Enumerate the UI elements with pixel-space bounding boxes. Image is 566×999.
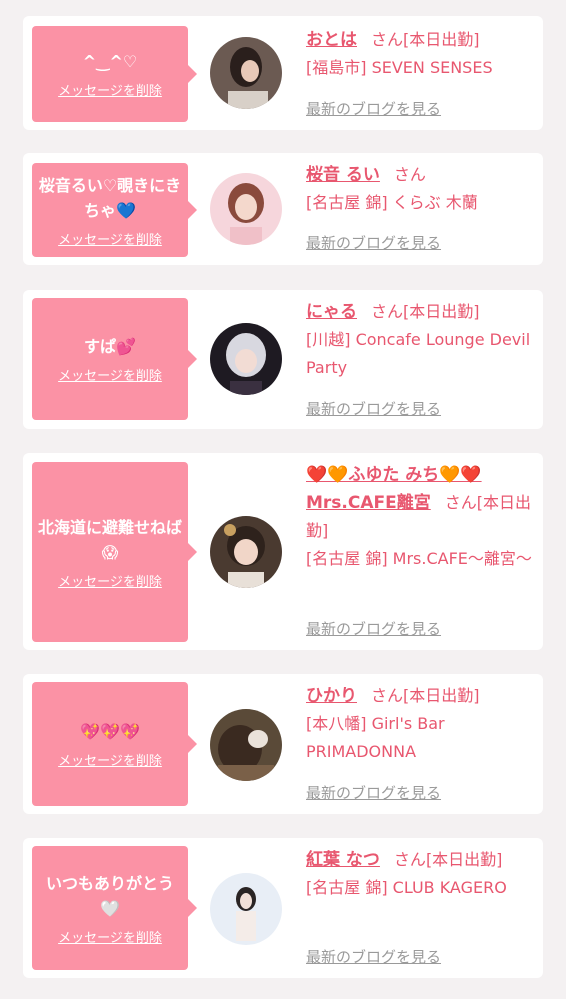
latest-blog-link[interactable]: 最新のブログを見る <box>306 98 441 119</box>
avatar-photo <box>210 709 282 781</box>
delete-message-link[interactable]: メッセージを削除 <box>58 80 162 99</box>
girl-info: ❤️🧡ふゆた みち🧡❤️ Mrs.CAFE離宮 さん[本日出勤] [名古屋 錦] … <box>306 461 536 573</box>
honorific: さん <box>393 165 426 184</box>
girl-info: ひかり さん[本日出勤] [本八幡] Girl's Bar PRIMADONNA <box>306 682 536 766</box>
honorific: さん <box>444 493 477 512</box>
honorific: さん <box>371 302 404 321</box>
message-text: いつもありがとう🤍 <box>45 873 174 918</box>
honorific: さん <box>371 686 404 705</box>
message-bubble: 💖💖💖 メッセージを削除 <box>32 682 197 806</box>
avatar[interactable] <box>210 323 282 395</box>
message-card: ^‿^♡ メッセージを削除 おとは さん[本日出勤] [福島市] SEVEN SE… <box>23 16 543 130</box>
girl-info: 桜音 るい さん [名古屋 錦] くらぶ 木蘭 <box>306 161 536 217</box>
avatar[interactable] <box>210 37 282 109</box>
girl-name-link[interactable]: ひかり <box>306 686 357 706</box>
girl-name-link[interactable]: 紅葉 なつ <box>306 850 380 870</box>
delete-message-link[interactable]: メッセージを削除 <box>58 927 162 946</box>
message-card: すぱ💕 メッセージを削除 にゃる さん[本日出勤] [川越] Concafe Lo… <box>23 290 543 429</box>
delete-message-link[interactable]: メッセージを削除 <box>58 365 162 384</box>
message-bubble: いつもありがとう🤍 メッセージを削除 <box>32 846 197 970</box>
latest-blog-link[interactable]: 最新のブログを見る <box>306 398 441 419</box>
latest-blog-link[interactable]: 最新のブログを見る <box>306 946 441 967</box>
message-text: ^‿^♡ <box>82 52 138 71</box>
shop-name: [名古屋 錦] Mrs.CAFE〜離宮〜 <box>306 549 532 568</box>
working-today-label: [本日出勤] <box>403 302 480 321</box>
message-card: 💖💖💖 メッセージを削除 ひかり さん[本日出勤] [本八幡] Girl's Ba… <box>23 674 543 814</box>
honorific: さん <box>393 850 426 869</box>
message-text: すぱ💕 <box>84 337 136 356</box>
delete-message-link[interactable]: メッセージを削除 <box>58 750 162 769</box>
message-bubble: ^‿^♡ メッセージを削除 <box>32 26 197 122</box>
girl-name-link[interactable]: 桜音 るい <box>306 165 380 185</box>
message-text: 💖💖💖 <box>80 722 140 741</box>
shop-name: [福島市] SEVEN SENSES <box>306 58 493 77</box>
avatar[interactable] <box>210 709 282 781</box>
girl-info: 紅葉 なつ さん[本日出勤] [名古屋 錦] CLUB KAGERO <box>306 846 536 902</box>
avatar-photo <box>210 37 282 109</box>
shop-name: [川越] Concafe Lounge Devil Party <box>306 330 531 377</box>
message-card: 桜音るい♡覗きにきちゃ💙 メッセージを削除 桜音 るい さん [名古屋 錦] くら… <box>23 153 543 265</box>
latest-blog-link[interactable]: 最新のブログを見る <box>306 618 441 639</box>
message-card: いつもありがとう🤍 メッセージを削除 紅葉 なつ さん[本日出勤] [名古屋 錦]… <box>23 838 543 978</box>
delete-message-link[interactable]: メッセージを削除 <box>58 229 162 248</box>
avatar-photo <box>210 516 282 588</box>
girl-name-link[interactable]: にゃる <box>306 302 357 322</box>
message-card: 北海道に避難せねば😱 メッセージを削除 ❤️🧡ふゆた みち🧡❤️ Mrs.CAF… <box>23 453 543 650</box>
message-bubble: 北海道に避難せねば😱 メッセージを削除 <box>32 462 197 642</box>
message-text: 桜音るい♡覗きにきちゃ💙 <box>38 175 182 220</box>
latest-blog-link[interactable]: 最新のブログを見る <box>306 782 441 803</box>
latest-blog-link[interactable]: 最新のブログを見る <box>306 232 441 253</box>
shop-name: [本八幡] Girl's Bar PRIMADONNA <box>306 714 445 761</box>
message-text: 北海道に避難せねば😱 <box>38 517 183 562</box>
working-today-label: [本日出勤] <box>403 30 480 49</box>
avatar[interactable] <box>210 873 282 945</box>
avatar-photo <box>210 173 282 245</box>
avatar-photo <box>210 873 282 945</box>
honorific: さん <box>371 30 404 49</box>
avatar[interactable] <box>210 173 282 245</box>
delete-message-link[interactable]: メッセージを削除 <box>58 571 162 590</box>
avatar[interactable] <box>210 516 282 588</box>
shop-name: [名古屋 錦] CLUB KAGERO <box>306 878 507 897</box>
message-bubble: 桜音るい♡覗きにきちゃ💙 メッセージを削除 <box>32 163 197 257</box>
avatar-photo <box>210 323 282 395</box>
working-today-label: [本日出勤] <box>425 850 503 869</box>
girl-info: おとは さん[本日出勤] [福島市] SEVEN SENSES <box>306 26 536 82</box>
girl-info: にゃる さん[本日出勤] [川越] Concafe Lounge Devil Pa… <box>306 298 536 382</box>
message-bubble: すぱ💕 メッセージを削除 <box>32 298 197 420</box>
working-today-label: [本日出勤] <box>403 686 480 705</box>
girl-name-link[interactable]: おとは <box>306 30 357 50</box>
shop-name: [名古屋 錦] くらぶ 木蘭 <box>306 193 478 212</box>
